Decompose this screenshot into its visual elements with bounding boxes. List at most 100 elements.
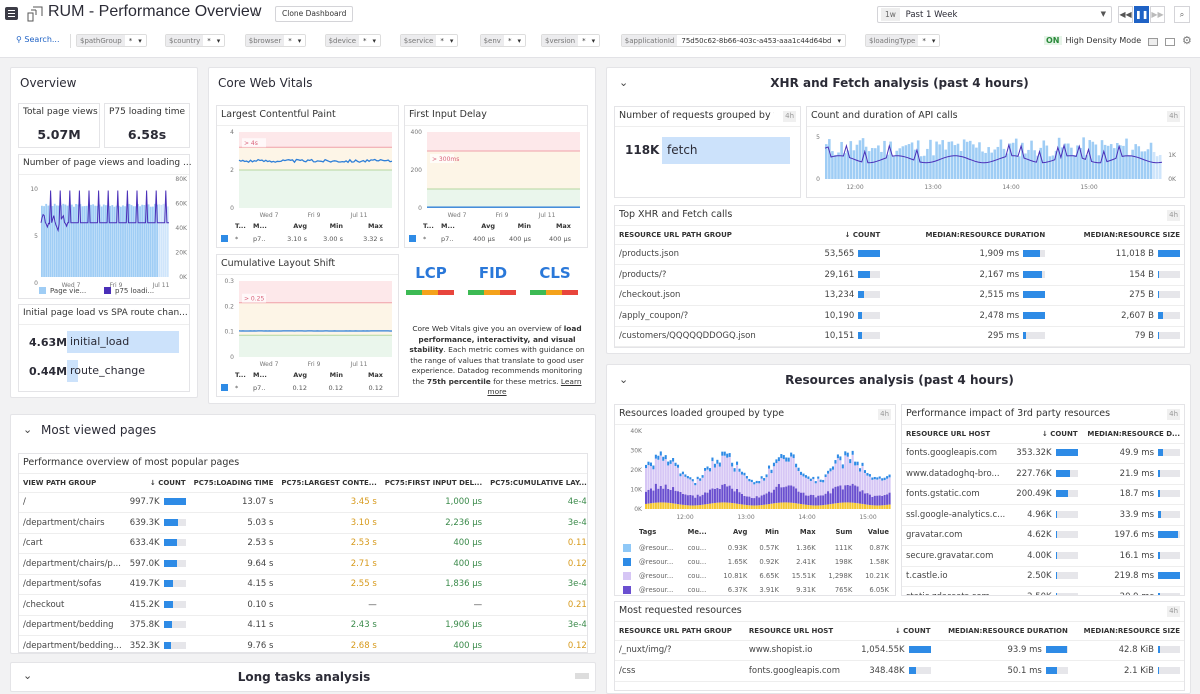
fid-widget[interactable]: First Input Delay > 300ms4002000Wed 7Fri…: [404, 105, 588, 248]
column-header[interactable]: ↓ COUNT: [851, 622, 934, 640]
zoom-search-button[interactable]: ⌕: [1174, 6, 1190, 23]
table-row[interactable]: /997.7K13.07 s3.45 s1,000 µs4e-4: [19, 492, 588, 513]
filter-country[interactable]: $country*▾: [165, 34, 225, 47]
filter-applicationid[interactable]: $applicationId75d50c62-8b66-403c-a453-aa…: [621, 34, 846, 47]
count-cell: 10,190: [802, 306, 884, 327]
table-row[interactable]: gravatar.com4.62K197.6 ms: [902, 525, 1184, 546]
table-row[interactable]: /products/?29,1612,167 ms154 B: [615, 265, 1184, 286]
table-row[interactable]: ssl.google-analytics.c...4.96K33.9 ms: [902, 505, 1184, 526]
high-density-toggle[interactable]: ONHigh Density Mode: [1044, 36, 1141, 45]
filter-service[interactable]: $service*▾: [400, 34, 459, 47]
column-header[interactable]: RESOURCE URL PATH GROUP: [615, 622, 745, 640]
filter-loadingtype[interactable]: $loadingType*▾: [865, 34, 940, 47]
filter-pathgroup[interactable]: $pathGroup*▾: [76, 34, 147, 47]
filter-browser[interactable]: $browser*▾: [245, 34, 306, 47]
table-row[interactable]: static.zdassets.com2.50K20.9 ms: [902, 587, 1184, 597]
tv-mode-icon[interactable]: [1165, 38, 1175, 46]
page-views-chart[interactable]: 105080K60K40K20K0KWed 7Fri 9Jul 11Page v…: [19, 175, 189, 300]
table-row[interactable]: t.castle.io2.50K219.8 ms: [902, 566, 1184, 587]
search-button[interactable]: ⚲ Search...: [16, 35, 60, 44]
p75-loading-time-widget[interactable]: P75 loading time 6.58s: [104, 103, 190, 148]
column-header[interactable]: PC75:LOADING TIME: [190, 474, 278, 492]
table-row[interactable]: /department/sofas419.7K4.15 s2.55 s1,836…: [19, 574, 588, 595]
table-row[interactable]: /department/bedding375.8K4.11 s2.43 s1,9…: [19, 615, 588, 636]
time-range-select[interactable]: 1w Past 1 Week ▼: [877, 6, 1112, 23]
cls-widget[interactable]: Cumulative Layout Shift > 0.250.30.20.10…: [216, 254, 399, 397]
fetch-bar[interactable]: fetch: [662, 137, 790, 164]
legend-row[interactable]: @resour...cou...1.65K0.92K2.41K198K1.58K: [619, 555, 893, 569]
filter-version[interactable]: $version*▾: [541, 34, 600, 47]
lcp-chart[interactable]: > 4s420Wed 7Fri 9Jul 11T...M...AvgMinMax…: [217, 126, 398, 248]
column-header[interactable]: MEDIAN:RESOURCE SIZE: [1072, 622, 1184, 640]
pause-button[interactable]: ❚❚: [1134, 6, 1149, 23]
column-header[interactable]: MEDIAN:RESOURCE D...: [1082, 425, 1184, 443]
filter-value: *▾: [436, 35, 457, 46]
resource-stack-segment: [869, 505, 871, 509]
collapse-chevron-icon[interactable]: ⌄: [23, 423, 32, 436]
column-header[interactable]: PC75:LARGEST CONTE...: [277, 474, 380, 492]
widget-menu-icon[interactable]: [575, 673, 589, 679]
cls-chart[interactable]: > 0.250.30.20.10Wed 7Fri 9Jul 11T...M...…: [217, 275, 398, 397]
table-row[interactable]: secure.gravatar.com4.00K16.1 ms: [902, 546, 1184, 567]
resource-stack-segment: [817, 477, 819, 479]
api-calls-chart[interactable]: 501K0K12:0013:0014:0015:00: [807, 127, 1184, 198]
popular-pages-table-widget[interactable]: Performance overview of most popular pag…: [18, 453, 588, 653]
column-header[interactable]: MEDIAN:RESOURCE SIZE: [1049, 226, 1184, 244]
table-row[interactable]: www.datadoghq-bro...227.76K21.9 ms: [902, 464, 1184, 485]
column-header[interactable]: VIEW PATH GROUP: [19, 474, 126, 492]
column-header[interactable]: ↓ COUNT: [802, 226, 884, 244]
requests-by-type-widget[interactable]: Number of requests grouped by ty...4h 11…: [614, 106, 801, 198]
table-row[interactable]: /department/chairs639.3K5.03 s3.10 s2,23…: [19, 513, 588, 534]
total-page-views-widget[interactable]: Total page views 5.07M: [18, 103, 100, 148]
rewind-button[interactable]: ◀◀: [1118, 6, 1133, 23]
table-row[interactable]: /cart633.4K2.53 s2.53 s400 µs0.11: [19, 533, 588, 554]
resources-by-type-widget[interactable]: Resources loaded grouped by type4h 40K30…: [614, 404, 896, 596]
loading-type-widget[interactable]: Initial page load vs SPA route chan... 4…: [18, 304, 190, 392]
table-row[interactable]: fonts.gstatic.com200.49K18.7 ms: [902, 484, 1184, 505]
table-row[interactable]: /checkout415.2K0.10 s——0.21: [19, 595, 588, 616]
legend-row[interactable]: @resour...cou...6.37K3.91K9.31K765K6.05K: [619, 583, 893, 597]
page-views-chart-widget[interactable]: Number of page views and loading ... 105…: [18, 154, 190, 299]
filter-env[interactable]: $env*▾: [480, 34, 526, 47]
x-tick-label: 12:00: [846, 184, 863, 191]
fid-chart[interactable]: > 300ms4002000Wed 7Fri 9Jul 11T...M...Av…: [405, 126, 587, 248]
column-header[interactable]: MEDIAN:RESOURCE DURATION: [884, 226, 1049, 244]
table-row[interactable]: /products.json53,5651,909 ms11,018 B: [615, 244, 1184, 265]
filter-device[interactable]: $device*▾: [325, 34, 381, 47]
title-chevron-down-icon[interactable]: ⌄: [252, 6, 261, 19]
count-value: 348.48K: [869, 666, 904, 676]
column-header[interactable]: RESOURCE URL HOST: [902, 425, 1011, 443]
table-row[interactable]: fonts.googleapis.com353.32K49.9 ms: [902, 443, 1184, 464]
resources-chart[interactable]: 40K30K20K10K0K12:0013:0014:0015:00: [615, 425, 895, 525]
column-header[interactable]: PC75:FIRST INPUT DEL...: [381, 474, 486, 492]
table-row[interactable]: /apply_coupon/?10,1902,478 ms2,607 B: [615, 306, 1184, 327]
table-row[interactable]: /department/chairs/p...597.0K9.64 s2.71 …: [19, 554, 588, 575]
column-header[interactable]: RESOURCE URL HOST: [745, 622, 851, 640]
column-header[interactable]: PC75:CUMULATIVE LAY...: [486, 474, 588, 492]
column-header[interactable]: MEDIAN:RESOURCE DURATION: [935, 622, 1072, 640]
split-bar[interactable]: route_change: [67, 360, 78, 382]
keyboard-icon[interactable]: [1148, 38, 1158, 46]
column-header[interactable]: ↓ COUNT: [126, 474, 190, 492]
resource-stack-segment: [707, 504, 709, 509]
gear-icon[interactable]: ⚙: [1182, 34, 1192, 47]
api-calls-widget[interactable]: Count and duration of API calls4h 501K0K…: [806, 106, 1185, 198]
column-header[interactable]: RESOURCE URL PATH GROUP: [615, 226, 802, 244]
table-row[interactable]: /checkout.json13,2342,515 ms275 B: [615, 285, 1184, 306]
third-party-widget[interactable]: Performance impact of 3rd party resource…: [901, 404, 1185, 596]
resource-stack-segment: [830, 468, 832, 471]
clone-dashboard-button[interactable]: Clone Dashboard: [275, 6, 353, 22]
forward-button[interactable]: ▶▶: [1150, 6, 1165, 23]
legend-row[interactable]: @resour...cou...10.81K6.65K15.51K1,298K1…: [619, 569, 893, 583]
resource-stack-segment: [645, 492, 647, 504]
table-row[interactable]: /department/bedding...352.3K9.76 s2.68 s…: [19, 636, 588, 654]
table-row[interactable]: /_nuxt/img/?www.shopist.io1,054.55K93.9 …: [615, 640, 1184, 661]
column-header[interactable]: ↓ COUNT: [1011, 425, 1082, 443]
top-xhr-calls-widget[interactable]: Top XHR and Fetch calls4h RESOURCE URL P…: [614, 205, 1185, 348]
menu-icon[interactable]: [5, 7, 18, 20]
lcp-widget[interactable]: Largest Contentful Paint > 4s420Wed 7Fri…: [216, 105, 399, 248]
table-row[interactable]: /customers/QQQQQDDOGQ.json10,151295 ms79…: [615, 326, 1184, 347]
legend-row[interactable]: @resour...cou...0.93K0.57K1.36K111K0.87K: [619, 541, 893, 555]
legend-sum: 1,298K: [820, 569, 857, 583]
split-bar[interactable]: initial_load: [67, 331, 179, 353]
